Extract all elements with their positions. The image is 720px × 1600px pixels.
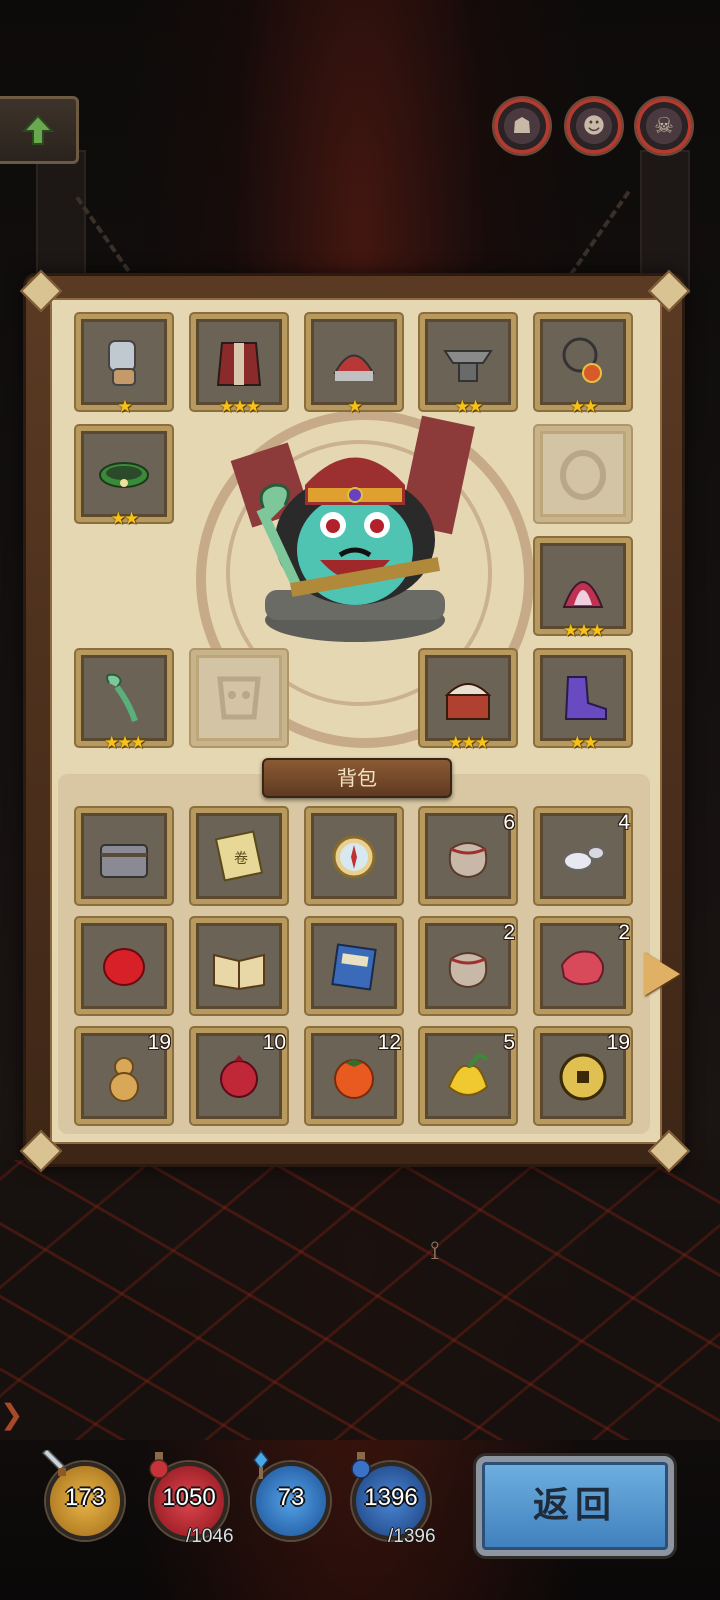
- item-count: 2: [618, 921, 630, 944]
- bag-slot[interactable]: 6: [420, 808, 516, 904]
- pouch-icon: [425, 923, 511, 1009]
- star-rating: ★★★: [448, 733, 490, 753]
- open-book-icon: [196, 923, 282, 1009]
- cloak-icon: [540, 543, 626, 629]
- blue-potion-icon: [351, 1452, 371, 1479]
- armor-icon: [196, 319, 282, 405]
- equipment-slot[interactable]: ★★: [420, 314, 516, 417]
- item-count: 19: [606, 1031, 630, 1054]
- bag-slot[interactable]: [76, 918, 172, 1014]
- bag-slot[interactable]: 12: [306, 1028, 402, 1124]
- star-rating: ★★★: [563, 621, 605, 641]
- collapse-button[interactable]: [0, 96, 79, 164]
- equipment-slot[interactable]: [535, 426, 631, 522]
- star-rating: ★★: [110, 509, 139, 529]
- item-count: 6: [503, 811, 515, 834]
- beast-portrait-icon: ☻: [582, 113, 606, 139]
- item-count: 10: [262, 1031, 286, 1054]
- bag-slot[interactable]: 5: [420, 1028, 516, 1124]
- lava-floor: [0, 1160, 720, 1440]
- pouch-icon: [425, 813, 511, 899]
- equipment-slot[interactable]: ★★: [535, 650, 631, 753]
- star-rating: ★: [117, 397, 132, 417]
- attack-stat: 173: [41, 1450, 124, 1540]
- item-count: 2: [503, 921, 515, 944]
- scroll-map-icon: 卷: [196, 813, 282, 899]
- warrior-portrait-icon: ☗: [512, 113, 532, 139]
- bone-decoration: ⟟: [430, 1236, 440, 1266]
- treasure-chest-icon: [425, 655, 511, 741]
- character-portrait-3-button[interactable]: ☠: [634, 96, 694, 156]
- defense-stat: 73: [252, 1450, 330, 1540]
- star-rating: ★★★: [104, 733, 146, 753]
- star-rating: ★★: [454, 397, 483, 417]
- silver-pieces-icon: [540, 813, 626, 899]
- star-rating: ★: [347, 397, 362, 417]
- star-rating: ★★★: [219, 397, 261, 417]
- bag-slot[interactable]: 卷: [191, 808, 287, 904]
- mp-value: 1396: [364, 1484, 418, 1511]
- mp-stat: 1396 /1396: [351, 1452, 436, 1547]
- defense-value: 73: [277, 1484, 305, 1511]
- bracelet-icon: [81, 431, 167, 517]
- item-count: 12: [377, 1031, 401, 1054]
- sword-icon: [41, 1450, 66, 1476]
- equipment-slot[interactable]: ★★: [76, 426, 172, 529]
- equipment-slot[interactable]: ★: [76, 314, 172, 417]
- bag-slot[interactable]: [306, 918, 402, 1014]
- star-rating: ★★: [569, 397, 598, 417]
- equipment-slot[interactable]: ★: [306, 314, 402, 417]
- iron-chest-icon: [81, 813, 167, 899]
- equipment-slot[interactable]: ★★★: [76, 650, 172, 753]
- item-count: 5: [503, 1031, 515, 1054]
- item-count: 19: [147, 1031, 171, 1054]
- next-page-arrow[interactable]: [644, 952, 680, 996]
- boots-icon: [540, 655, 626, 741]
- gauntlet-icon: [81, 319, 167, 405]
- hp-max: /1046: [186, 1526, 234, 1547]
- amulet-icon: [540, 319, 626, 405]
- hp-stat: 1050 /1046: [149, 1452, 234, 1547]
- bag-slot[interactable]: [306, 808, 402, 904]
- hero-character: [230, 415, 475, 642]
- up-arrow-icon: [21, 114, 55, 145]
- red-gem-icon: [81, 923, 167, 1009]
- anvil-icon: [425, 319, 511, 405]
- bag-title-banner: 背包: [262, 758, 452, 798]
- bag-slot[interactable]: 4: [535, 808, 631, 904]
- attack-value: 173: [64, 1484, 106, 1511]
- demon-portrait-icon: ☠: [654, 113, 674, 139]
- bag-slot[interactable]: 10: [191, 1028, 287, 1124]
- back-button[interactable]: 返回: [476, 1456, 674, 1556]
- item-count: 4: [618, 811, 630, 834]
- equipment-slot[interactable]: [191, 650, 287, 746]
- equipment-slot[interactable]: ★★★: [535, 538, 631, 641]
- ruyi-scepter-icon: [81, 655, 167, 741]
- side-chevron-icon[interactable]: ❯: [0, 1398, 23, 1431]
- equipment-slot[interactable]: ★★★: [191, 314, 287, 417]
- buddha-hand-fruit-icon: [425, 1033, 511, 1119]
- mp-max: /1396: [388, 1526, 436, 1547]
- svg-text:卷: 卷: [234, 851, 248, 867]
- equipment-slot[interactable]: ★★: [535, 314, 631, 417]
- bag-slot[interactable]: 2: [535, 918, 631, 1014]
- compass-icon: [311, 813, 397, 899]
- bag-slot[interactable]: [76, 808, 172, 904]
- red-potion-icon: [149, 1452, 169, 1479]
- mask-slot-icon: [196, 655, 282, 741]
- ring-slot-icon: [540, 431, 626, 517]
- character-portrait-2-button[interactable]: ☻: [564, 96, 624, 156]
- bag-slot[interactable]: [191, 918, 287, 1014]
- hp-value: 1050: [162, 1484, 216, 1511]
- raw-meat-icon: [540, 923, 626, 1009]
- star-rating: ★★: [569, 733, 598, 753]
- equipment-slot[interactable]: ★★★: [420, 650, 516, 753]
- bag-slot[interactable]: 2: [420, 918, 516, 1014]
- bag-slot[interactable]: 19: [535, 1028, 631, 1124]
- manual-book-icon: [311, 923, 397, 1009]
- bag-slot[interactable]: 19: [76, 1028, 172, 1124]
- helmet-icon: [311, 319, 397, 405]
- blue-staff-icon: [253, 1450, 269, 1479]
- character-portrait-1-button[interactable]: ☗: [492, 96, 552, 156]
